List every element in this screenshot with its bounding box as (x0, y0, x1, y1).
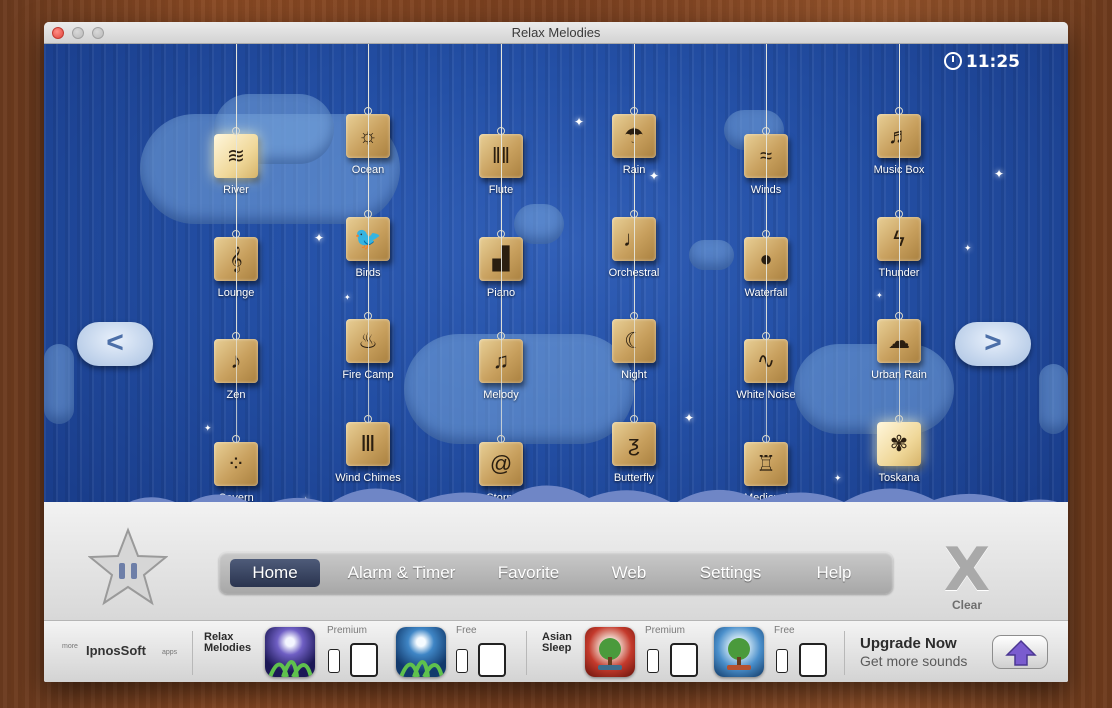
upgrade-title: Upgrade Now (860, 635, 957, 652)
window-title: Relax Melodies (511, 25, 601, 40)
chevron-left-icon: < (106, 326, 124, 359)
zoom-window-button[interactable] (92, 27, 104, 39)
star-decoration: ✦ (994, 167, 1005, 181)
ipad-icon[interactable] (350, 643, 378, 677)
clock-icon (943, 52, 962, 70)
background-cloud (1039, 364, 1068, 434)
premium-label: Premium (327, 625, 368, 636)
sound-tile-butterfly[interactable]: ƺ (612, 415, 656, 466)
clock-time: 11:25 (965, 52, 1020, 72)
cricket-icon: ✾ (889, 431, 909, 456)
star-decoration: ✦ (574, 115, 585, 129)
tab-home[interactable]: Home (230, 559, 320, 587)
next-page-button[interactable]: > (955, 322, 1031, 366)
tab-web[interactable]: Web (594, 559, 664, 587)
background-cloud (44, 344, 74, 424)
app-window: Relax Melodies ✦ ✦ ✦ ✦ ✦ ✦ ✦ ✦ ✦ ✦ ✦ 11:… (44, 22, 1068, 682)
main-nav: Home Alarm & Timer Favorite Web Settings… (219, 552, 893, 594)
ipad-icon[interactable] (670, 643, 698, 677)
more-label: more (62, 643, 78, 650)
background-cloud (689, 240, 734, 270)
star-decoration: ✦ (876, 291, 883, 300)
asian-sleep-free-app-icon[interactable] (714, 627, 764, 677)
star-decoration: ✦ (314, 231, 325, 245)
iphone-icon[interactable] (776, 649, 788, 673)
close-window-button[interactable] (52, 27, 64, 39)
hanging-string (236, 44, 237, 444)
sound-scene: ✦ ✦ ✦ ✦ ✦ ✦ ✦ ✦ ✦ ✦ ✦ 11:25 ≋River𝄞Loung… (44, 44, 1068, 544)
hanging-string (634, 44, 635, 424)
star-decoration: ✦ (344, 293, 351, 302)
upload-arrow-icon (1005, 639, 1037, 666)
apps-label: apps (162, 649, 178, 656)
star-decoration: ✦ (964, 243, 972, 253)
minimize-window-button[interactable] (72, 27, 84, 39)
hanging-string (501, 44, 502, 444)
hanging-string (899, 44, 900, 424)
hanging-string (368, 44, 369, 424)
wind-chimes-icon: Ⅲ (360, 431, 376, 456)
relax-melodies-free-app-icon[interactable] (396, 627, 446, 677)
sound-tile-toskana[interactable]: ✾ (877, 415, 921, 466)
ipnossoft-brand[interactable]: IpnosSoft (86, 643, 146, 658)
tab-help[interactable]: Help (799, 559, 869, 587)
hanging-string (766, 44, 767, 444)
tab-favorite[interactable]: Favorite (481, 559, 576, 587)
star-decoration: ✦ (684, 411, 695, 425)
ipad-icon[interactable] (478, 643, 506, 677)
ipad-icon[interactable] (799, 643, 827, 677)
chevron-right-icon: > (984, 326, 1002, 359)
iphone-icon[interactable] (456, 649, 468, 673)
free-label: Free (456, 625, 477, 636)
relax-melodies-premium-app-icon[interactable] (265, 627, 315, 677)
promo-bar: more IpnosSoft apps Relax Melodies Premi… (44, 620, 1068, 682)
tab-settings[interactable]: Settings (683, 559, 778, 587)
star-decoration: ✦ (204, 423, 212, 433)
asian-sleep-premium-app-icon[interactable] (585, 627, 635, 677)
iphone-icon[interactable] (328, 649, 340, 673)
clear-x-icon: X (943, 535, 991, 605)
upgrade-button[interactable] (992, 635, 1048, 669)
previous-page-button[interactable]: < (77, 322, 153, 366)
free-label: Free (774, 625, 795, 636)
clear-button[interactable]: X Clear (934, 535, 1000, 614)
tab-alarm-timer[interactable]: Alarm & Timer (334, 559, 469, 587)
butterfly-icon: ƺ (628, 431, 640, 456)
upgrade-subtitle: Get more sounds (860, 653, 968, 669)
pause-button[interactable] (88, 527, 168, 607)
iphone-icon[interactable] (647, 649, 659, 673)
titlebar: Relax Melodies (44, 22, 1068, 44)
premium-label: Premium (645, 625, 686, 636)
asian-app-name-line2: Sleep (542, 642, 572, 654)
sound-tile-wind-chimes[interactable]: Ⅲ (346, 415, 390, 466)
clock: 11:25 (943, 52, 1020, 72)
relax-app-name-line2: Melodies (204, 642, 252, 654)
